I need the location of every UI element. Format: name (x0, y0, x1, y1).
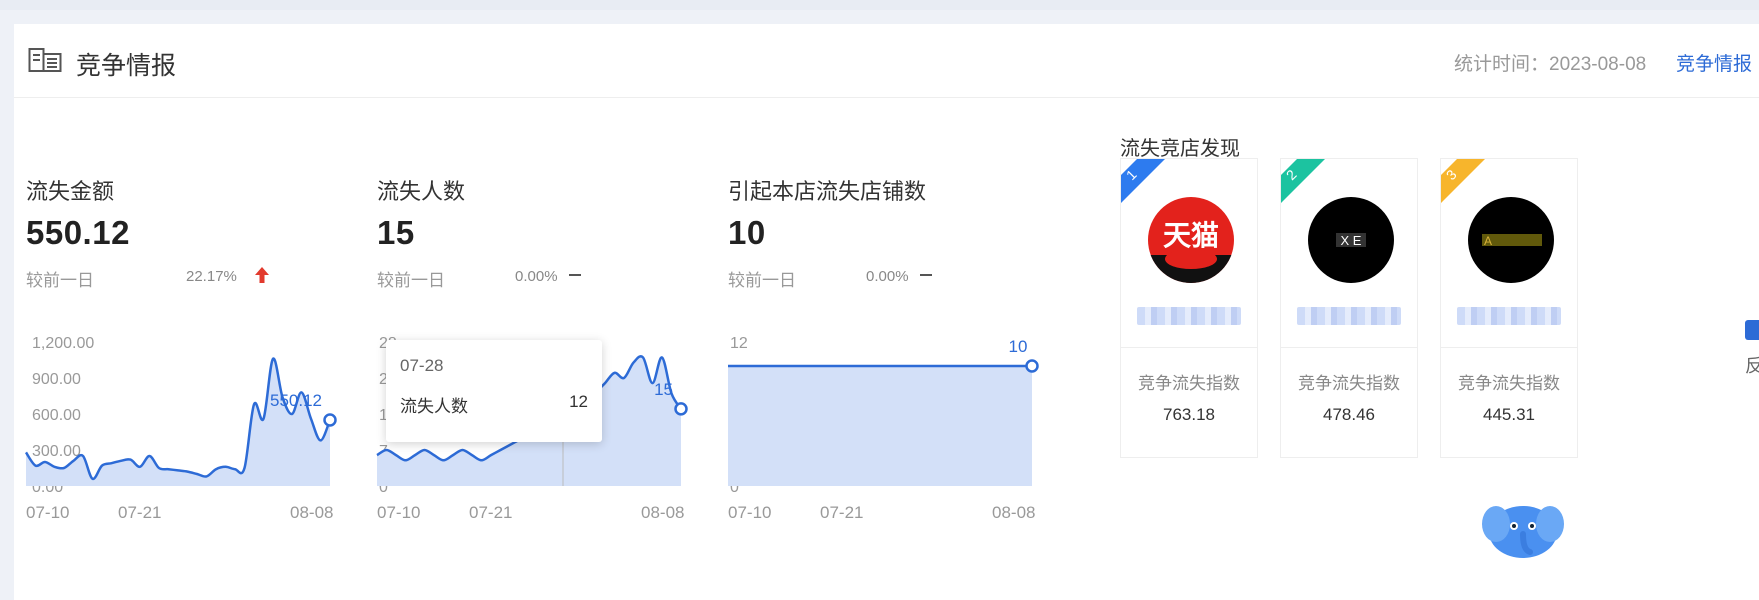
x-tick-label: 07-21 (820, 503, 863, 522)
side-text[interactable]: 反 (1745, 352, 1759, 378)
metric-compare: 较前一日 0.00% (377, 266, 717, 290)
x-tick-label: 07-10 (377, 503, 420, 522)
metric-value: 10 (728, 214, 766, 251)
divider (1281, 347, 1417, 348)
metric-title: 流失金额 (26, 179, 115, 204)
shop-name-blurred (1457, 307, 1561, 325)
index-value: 763.18 (1163, 405, 1215, 424)
logo-text: A (1484, 234, 1492, 248)
index-label: 竞争流失指数 (1298, 374, 1400, 393)
rivals-title: 流失竞店发现 (1120, 138, 1240, 160)
x-tick-label: 07-21 (118, 503, 161, 522)
x-tick-label: 08-08 (290, 503, 333, 522)
dash-icon (569, 274, 581, 276)
tooltip-date: 07-28 (400, 356, 444, 375)
area-fill (728, 366, 1032, 486)
page-title: 竞争情报 (76, 52, 177, 80)
stat-time-value: 2023-08-08 (1549, 54, 1647, 75)
tooltip-value: 12 (569, 392, 588, 411)
metric-title: 流失人数 (377, 179, 466, 204)
stat-time: 统计时间：2023-08-08 (1454, 49, 1646, 76)
elephant-mascot-icon[interactable] (1480, 488, 1566, 558)
y-tick-label: 900.00 (32, 371, 81, 388)
end-point-marker (1025, 359, 1039, 373)
shop-name-blurred (1297, 307, 1401, 325)
side-checkbox[interactable] (1745, 320, 1759, 340)
top-strip (0, 0, 1759, 10)
compare-label: 较前一日 (728, 271, 796, 290)
logo-text: 天猫 (1163, 220, 1219, 251)
chart-lost-shops[interactable]: 1296301007-1007-2108-08 (727, 335, 1068, 572)
ribbon-shape (1441, 159, 1485, 203)
stat-time-label: 统计时间： (1454, 54, 1550, 75)
chart-lost-amount[interactable]: 1,200.00 900.00 600.00 300.00 0.00 550.12 07-1… (24, 335, 366, 572)
compare-pct: 0.00% (866, 268, 909, 285)
y-tick-label: 12 (730, 335, 748, 352)
x-tick-label: 07-21 (469, 503, 512, 522)
competition-link[interactable]: 竞争情报 (1676, 49, 1752, 76)
arrow-up-icon (255, 267, 269, 283)
chart-tooltip: 07-28 流失人数 12 (386, 340, 602, 442)
metric-lost-shops: 引起本店流失店铺数 10 较前一日 0.00% (728, 174, 1068, 290)
index-label: 竞争流失指数 (1458, 374, 1560, 393)
compare-label: 较前一日 (377, 271, 445, 290)
compare-label: 较前一日 (26, 271, 94, 290)
rival-card-2[interactable]: 2 X E 竞争流失指数 478.46 (1280, 158, 1418, 458)
end-value-label: 15 (654, 380, 673, 399)
a-logo: A (1468, 197, 1554, 283)
x-tick-label: 08-08 (641, 503, 684, 522)
metric-value: 550.12 (26, 214, 130, 251)
rival-card-1[interactable]: 1 天猫 竞争流失指数 763.18 (1120, 158, 1258, 458)
index-value: 445.31 (1483, 405, 1535, 424)
end-value-label: 10 (1009, 337, 1028, 356)
y-tick-label: 600.00 (32, 407, 81, 424)
metric-lost-users: 流失人数 15 较前一日 0.00% (377, 174, 717, 290)
panel-header: 竞争情报 统计时间：2023-08-08 竞争情报 (14, 24, 1759, 98)
metric-lost-amount: 流失金额 550.12 较前一日 22.17% (26, 174, 366, 290)
rival-card-3[interactable]: 3 A 竞争流失指数 445.31 (1440, 158, 1578, 458)
tooltip-label: 流失人数 (400, 397, 468, 416)
y-tick-label: 300.00 (32, 443, 81, 460)
logo-text: X E (1341, 233, 1362, 248)
metric-value: 15 (377, 214, 415, 251)
dash-icon (920, 274, 932, 276)
end-value-label: 550.12 (270, 391, 322, 410)
compare-pct: 22.17% (186, 268, 237, 285)
compare-pct: 0.00% (515, 268, 558, 285)
report-icon (28, 48, 62, 72)
x-tick-label: 07-10 (26, 503, 69, 522)
xe-logo: X E (1308, 197, 1394, 283)
end-point-marker (323, 413, 337, 427)
x-tick-label: 08-08 (992, 503, 1035, 522)
divider (1121, 347, 1257, 348)
divider (1441, 347, 1577, 348)
shop-name-blurred (1137, 307, 1241, 325)
metric-compare: 较前一日 22.17% (26, 266, 366, 290)
y-tick-label: 1,200.00 (32, 335, 94, 352)
tmall-logo: 天猫 (1148, 197, 1234, 283)
index-label: 竞争流失指数 (1138, 374, 1240, 393)
metric-title: 引起本店流失店铺数 (728, 179, 927, 204)
end-point-marker (674, 402, 688, 416)
ribbon-shape (1281, 159, 1325, 203)
metric-compare: 较前一日 0.00% (728, 266, 1068, 290)
x-tick-label: 07-10 (728, 503, 771, 522)
index-value: 478.46 (1323, 405, 1375, 424)
ribbon-shape (1121, 159, 1165, 203)
